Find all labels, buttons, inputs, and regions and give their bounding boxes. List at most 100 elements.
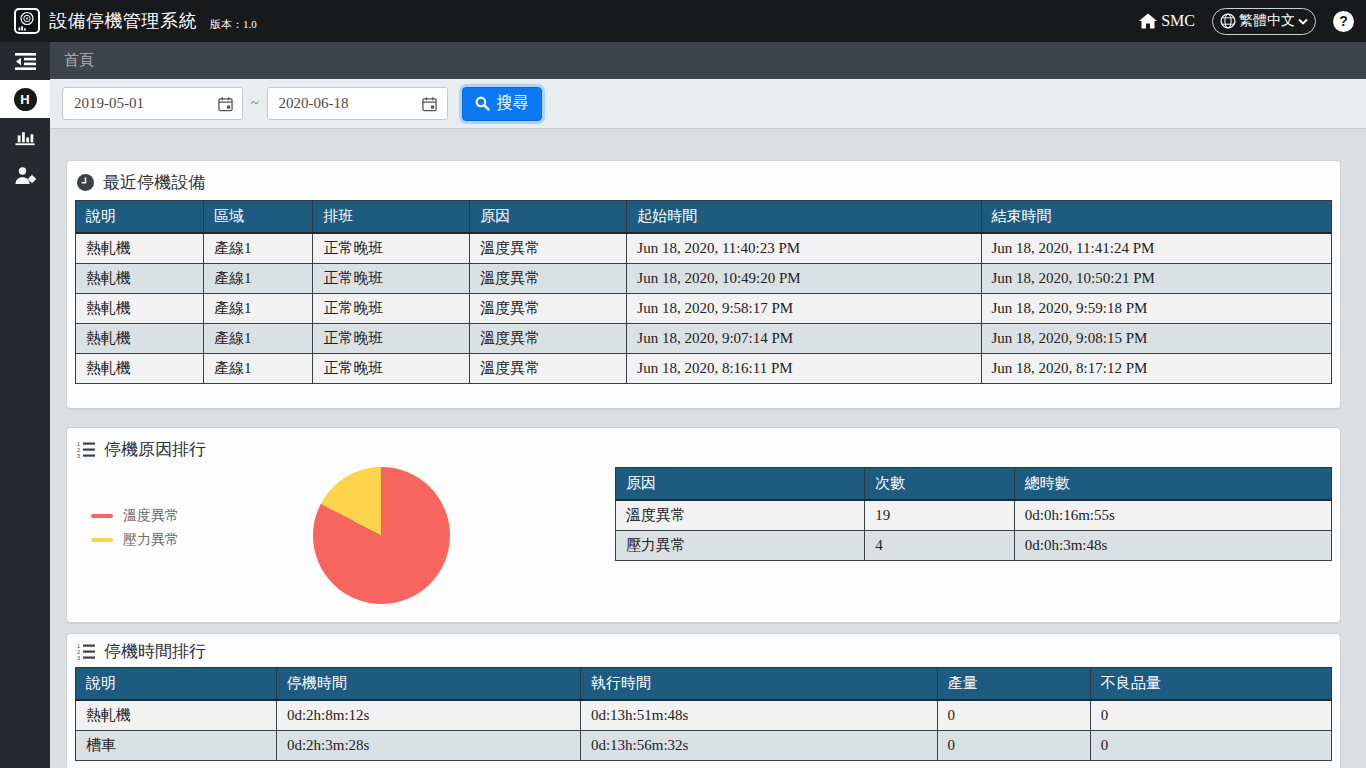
date-from-calendar-button[interactable] bbox=[208, 88, 242, 119]
table-cell: 溫度異常 bbox=[616, 500, 865, 531]
list-ol-icon: 123 bbox=[77, 441, 95, 458]
table-cell: Jun 18, 2020, 10:49:20 PM bbox=[627, 264, 981, 294]
date-to-group bbox=[267, 87, 448, 120]
help-button[interactable]: ? bbox=[1333, 11, 1354, 32]
home-h-icon: H bbox=[14, 88, 37, 111]
downtime-reasons-table: 原因次數總時數溫度異常190d:0h:16m:55s壓力異常40d:0h:3m:… bbox=[615, 467, 1332, 561]
column-header: 結束時間 bbox=[981, 201, 1331, 234]
reasons-table-wrap: 原因次數總時數溫度異常190d:0h:16m:55s壓力異常40d:0h:3m:… bbox=[615, 467, 1332, 561]
downtime-duration-panel: 123 停機時間排行 說明停機時間執行時間產量不良品量熱軋機0d:2h:8m:1… bbox=[66, 633, 1341, 768]
legend-marker bbox=[91, 514, 113, 518]
table-header-row: 說明停機時間執行時間產量不良品量 bbox=[76, 668, 1332, 701]
table-cell: 0 bbox=[937, 731, 1090, 761]
table-cell: 正常晚班 bbox=[313, 264, 470, 294]
date-to-input[interactable] bbox=[268, 95, 413, 112]
svg-text:3: 3 bbox=[77, 655, 80, 660]
legend-item[interactable]: 溫度異常 bbox=[91, 508, 179, 524]
table-cell: Jun 18, 2020, 9:08:15 PM bbox=[981, 324, 1331, 354]
table-cell: Jun 18, 2020, 9:58:17 PM bbox=[627, 294, 981, 324]
search-icon bbox=[475, 96, 490, 111]
date-range-separator: ~ bbox=[251, 96, 259, 112]
bar-chart-icon bbox=[14, 129, 36, 146]
user-gear-icon bbox=[14, 166, 37, 185]
table-cell: Jun 18, 2020, 11:40:23 PM bbox=[627, 233, 981, 264]
table-row: 熱軋機產線1正常晚班溫度異常Jun 18, 2020, 9:58:17 PMJu… bbox=[76, 294, 1332, 324]
sidebar-toggle[interactable] bbox=[0, 42, 50, 80]
table-cell: 熱軋機 bbox=[76, 700, 277, 731]
table-cell: 產線1 bbox=[204, 264, 313, 294]
sidebar: H bbox=[0, 42, 50, 768]
column-header: 起始時間 bbox=[627, 201, 981, 234]
table-row: 熱軋機0d:2h:8m:12s0d:13h:51m:48s00 bbox=[76, 700, 1332, 731]
date-to-calendar-button[interactable] bbox=[413, 88, 447, 119]
panel-title-text: 停機原因排行 bbox=[104, 438, 206, 461]
recent-downtime-panel: 最近停機設備 說明區域排班原因起始時間結束時間熱軋機產線1正常晚班溫度異常Jun… bbox=[66, 160, 1341, 409]
home-link[interactable]: SMC bbox=[1139, 12, 1195, 30]
brand: 設備停機管理系統 版本：1.0 bbox=[14, 8, 257, 34]
home-icon bbox=[1139, 13, 1157, 29]
sidebar-item-charts[interactable] bbox=[0, 118, 50, 156]
table-cell: 0d:2h:8m:12s bbox=[276, 700, 580, 731]
app-logo-icon[interactable] bbox=[14, 8, 40, 34]
table-cell: 0d:2h:3m:28s bbox=[276, 731, 580, 761]
recent-downtime-title: 最近停機設備 bbox=[75, 169, 1332, 200]
breadcrumb-item-home[interactable]: 首頁 bbox=[64, 51, 94, 70]
search-button[interactable]: 搜尋 bbox=[462, 87, 542, 121]
legend-label: 壓力異常 bbox=[123, 532, 179, 548]
language-label: 繁體中文 bbox=[1239, 12, 1295, 30]
table-row: 熱軋機產線1正常晚班溫度異常Jun 18, 2020, 10:49:20 PMJ… bbox=[76, 264, 1332, 294]
downtime-reasons-panel: 123 停機原因排行 溫度異常壓力異常 原因次數總時數溫度異常190d:0h:1… bbox=[66, 427, 1341, 623]
app-version: 版本：1.0 bbox=[210, 10, 257, 32]
table-cell: 熱軋機 bbox=[76, 354, 204, 384]
table-cell: Jun 18, 2020, 8:16:11 PM bbox=[627, 354, 981, 384]
legend-item[interactable]: 壓力異常 bbox=[91, 532, 179, 548]
table-cell: 槽車 bbox=[76, 731, 277, 761]
table-cell: 0d:0h:16m:55s bbox=[1014, 500, 1331, 531]
sidebar-item-users[interactable] bbox=[0, 156, 50, 194]
language-selector[interactable]: 繁體中文 bbox=[1212, 8, 1316, 35]
column-header: 原因 bbox=[470, 201, 627, 234]
table-cell: 熱軋機 bbox=[76, 324, 204, 354]
table-row: 壓力異常40d:0h:3m:48s bbox=[616, 531, 1332, 561]
sidebar-item-home[interactable]: H bbox=[0, 80, 50, 118]
table-cell: 正常晚班 bbox=[313, 324, 470, 354]
table-cell: 溫度異常 bbox=[470, 354, 627, 384]
table-row: 溫度異常190d:0h:16m:55s bbox=[616, 500, 1332, 531]
pie-chart-zone: 溫度異常壓力異常 bbox=[75, 467, 615, 614]
table-cell: 熱軋機 bbox=[76, 294, 204, 324]
list-ol-icon: 123 bbox=[77, 643, 95, 660]
table-cell: Jun 18, 2020, 9:59:18 PM bbox=[981, 294, 1331, 324]
legend-label: 溫度異常 bbox=[123, 508, 179, 524]
legend-marker bbox=[91, 538, 113, 542]
table-row: 槽車0d:2h:3m:28s0d:13h:56m:32s00 bbox=[76, 731, 1332, 761]
column-header: 不良品量 bbox=[1090, 668, 1331, 701]
topbar: 設備停機管理系統 版本：1.0 SMC 繁體中文 ? bbox=[0, 0, 1366, 42]
table-cell: 0 bbox=[1090, 700, 1331, 731]
recent-downtime-table: 說明區域排班原因起始時間結束時間熱軋機產線1正常晚班溫度異常Jun 18, 20… bbox=[75, 200, 1332, 384]
main-area: 首頁 ~ 搜尋 最近停機設備 說明區域排班原因起始時間結束時間熱軋機產線1正 bbox=[50, 42, 1366, 768]
table-cell: 產線1 bbox=[204, 233, 313, 264]
table-cell: 產線1 bbox=[204, 294, 313, 324]
downtime-reasons-title: 123 停機原因排行 bbox=[75, 436, 1332, 467]
table-row: 熱軋機產線1正常晚班溫度異常Jun 18, 2020, 11:40:23 PMJ… bbox=[76, 233, 1332, 264]
globe-icon bbox=[1220, 13, 1236, 29]
home-link-label: SMC bbox=[1161, 12, 1195, 30]
table-cell: 正常晚班 bbox=[313, 233, 470, 264]
column-header: 排班 bbox=[313, 201, 470, 234]
column-header: 次數 bbox=[865, 468, 1015, 501]
date-from-input[interactable] bbox=[63, 95, 208, 112]
downtime-reasons-pie-chart[interactable] bbox=[313, 467, 450, 604]
column-header: 原因 bbox=[616, 468, 865, 501]
column-header: 執行時間 bbox=[580, 668, 937, 701]
chart-legend: 溫度異常壓力異常 bbox=[91, 508, 179, 548]
chevron-down-icon bbox=[1298, 18, 1308, 25]
search-toolbar: ~ 搜尋 bbox=[50, 79, 1366, 129]
table-cell: 溫度異常 bbox=[470, 233, 627, 264]
table-cell: 熱軋機 bbox=[76, 233, 204, 264]
table-cell: 壓力異常 bbox=[616, 531, 865, 561]
column-header: 說明 bbox=[76, 668, 277, 701]
column-header: 說明 bbox=[76, 201, 204, 234]
table-cell: Jun 18, 2020, 8:17:12 PM bbox=[981, 354, 1331, 384]
table-cell: 正常晚班 bbox=[313, 294, 470, 324]
table-header-row: 原因次數總時數 bbox=[616, 468, 1332, 501]
